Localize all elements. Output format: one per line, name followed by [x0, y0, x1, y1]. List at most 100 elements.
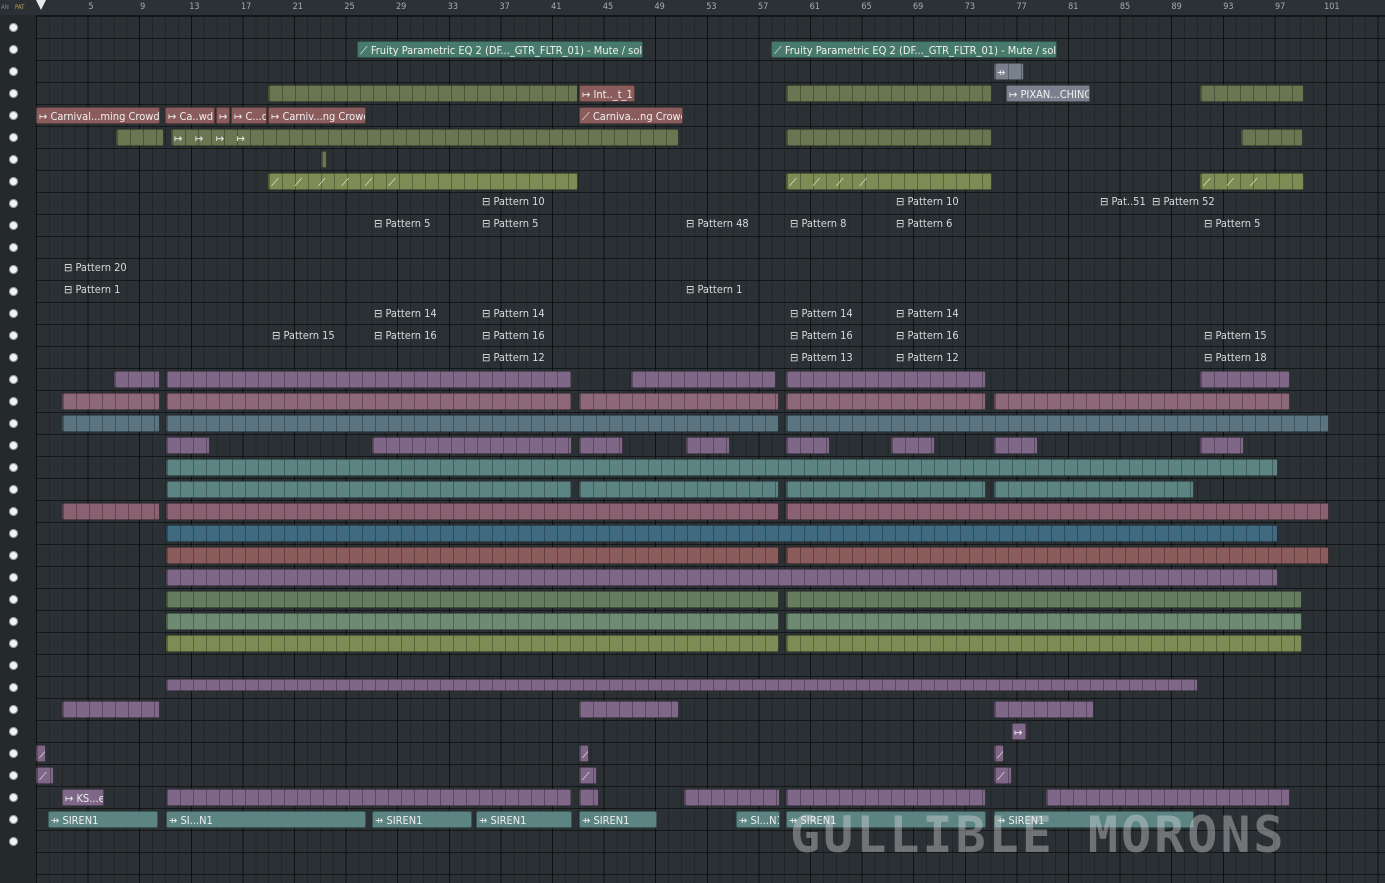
track-mute-toggle[interactable] [9, 221, 18, 230]
audio-clip[interactable] [166, 437, 210, 454]
track-mute-toggle[interactable] [9, 199, 18, 208]
pattern-clip[interactable]: ⊟ Pattern 5 [482, 216, 538, 232]
audio-clip[interactable] [786, 437, 830, 454]
track-mute-toggle[interactable] [9, 507, 18, 516]
audio-clip[interactable] [166, 547, 779, 564]
track-mute-toggle[interactable] [9, 727, 18, 736]
audio-clip[interactable]: ↦ [1011, 723, 1027, 740]
pattern-clip[interactable]: ⊟ Pattern 13 [790, 350, 853, 366]
pattern-clip[interactable]: ⊟ Pat..51 [1100, 194, 1146, 210]
track-mute-toggle[interactable] [9, 287, 18, 296]
track-mute-toggle[interactable] [9, 45, 18, 54]
audio-clip[interactable] [786, 789, 986, 806]
audio-clip-pixan[interactable]: ↦ PIXAN...CHING [1006, 85, 1090, 102]
automation-clip[interactable]: ⟋ [994, 767, 1012, 784]
track-mute-toggle[interactable] [9, 397, 18, 406]
audio-clip[interactable] [114, 371, 160, 388]
audio-clip-ks[interactable]: ↦ KS...e [62, 789, 104, 806]
track-mute-toggle[interactable] [9, 485, 18, 494]
audio-clip[interactable] [166, 635, 779, 652]
pattern-clip[interactable]: ⊟ Pattern 5 [1204, 216, 1260, 232]
automation-clip-eq-2[interactable]: ⟋ Fruity Parametric EQ 2 (DF..._GTR_FLTR… [771, 41, 1057, 58]
automation-clip[interactable]: ⟋ [36, 745, 46, 762]
audio-clip-perc[interactable] [994, 393, 1290, 410]
audio-clip[interactable] [62, 701, 160, 718]
audio-clip[interactable] [372, 437, 572, 454]
audio-clip-ksh[interactable] [786, 613, 1302, 630]
pattern-clip[interactable]: ⊟ Pattern 16 [896, 328, 959, 344]
audio-clip-siren[interactable]: ⇸ SIREN1 [476, 811, 572, 828]
track-mute-toggle[interactable] [9, 375, 18, 384]
audio-clip-carnival[interactable]: ↦ Ca..wd [165, 107, 215, 124]
track-mute-toggle[interactable] [9, 837, 18, 846]
pattern-clip[interactable]: ⊟ Pattern 12 [482, 350, 545, 366]
track-mute-toggle[interactable] [9, 683, 18, 692]
automation-clip[interactable]: ⟋ [579, 767, 597, 784]
playhead-marker[interactable] [36, 0, 46, 10]
audio-clip[interactable] [786, 371, 986, 388]
pattern-clip[interactable]: ⊟ Pattern 12 [896, 350, 959, 366]
timeline-ruler[interactable]: 5 9 13 17 21 25 29 33 37 41 45 49 53 57 61 65 69 73 77 81 85… [36, 0, 1385, 16]
pattern-clip[interactable]: ⊟ Pattern 10 [896, 194, 959, 210]
pattern-clip[interactable]: ⊟ Pattern 18 [1204, 350, 1267, 366]
audio-clip[interactable] [321, 151, 327, 168]
automation-clip-eq-1[interactable]: ⟋ Fruity Parametric EQ 2 (DF..._GTR_FLTR… [357, 41, 643, 58]
track-mute-toggle[interactable] [9, 67, 18, 76]
track-mute-toggle[interactable] [9, 309, 18, 318]
track-mute-toggle[interactable] [9, 243, 18, 252]
audio-clip[interactable] [994, 481, 1194, 498]
pattern-clip[interactable]: ⊟ Pattern 5 [374, 216, 430, 232]
audio-clip[interactable] [786, 635, 1302, 652]
audio-clip-ksh[interactable] [166, 613, 779, 630]
audio-clip[interactable] [166, 591, 779, 608]
audio-clip-carnival[interactable]: ⟋ Carniva...ng Crowd [579, 107, 683, 124]
automation-clip[interactable]: ⟋ ⟋ ⟋ ⟋ ⟋ ⟋ [268, 173, 578, 190]
audio-clip-siren[interactable]: ⇸ SI...N1 [736, 811, 780, 828]
audio-clip-perc[interactable] [786, 393, 986, 410]
audio-clip[interactable] [1200, 371, 1290, 388]
pattern-clip[interactable]: ⊟ Pattern 10 [482, 194, 545, 210]
track-mute-toggle[interactable] [9, 639, 18, 648]
track-mute-toggle[interactable] [9, 265, 18, 274]
track-mute-toggle[interactable] [9, 463, 18, 472]
track-mute-toggle[interactable] [9, 331, 18, 340]
pattern-clip[interactable]: ⊟ Pattern 20 [64, 260, 127, 276]
pattern-clip[interactable]: ⊟ Pattern 6 [896, 216, 952, 232]
track-mute-toggle[interactable] [9, 705, 18, 714]
track-mute-toggle[interactable] [9, 441, 18, 450]
audio-clip[interactable] [631, 371, 776, 388]
track-mute-toggle[interactable] [9, 573, 18, 582]
audio-clip[interactable] [116, 129, 164, 146]
audio-clip[interactable] [994, 437, 1038, 454]
audio-clip[interactable] [166, 525, 1278, 542]
audio-clip-int[interactable]: ↦ Int.._t_1 [579, 85, 635, 102]
audio-clip[interactable] [786, 547, 1329, 564]
audio-clip[interactable] [166, 481, 572, 498]
audio-clip[interactable] [166, 503, 779, 520]
pattern-clip[interactable]: ⊟ Pattern 14 [374, 306, 437, 322]
audio-clip[interactable] [786, 415, 1329, 432]
audio-clip[interactable]: ⇸ [994, 63, 1024, 80]
audio-clip[interactable] [166, 789, 572, 806]
audio-clip[interactable] [166, 415, 779, 432]
audio-clip[interactable] [166, 371, 572, 388]
audio-clip[interactable] [579, 481, 779, 498]
audio-clip-siren[interactable]: ⇸ SI...N1 [166, 811, 366, 828]
track-mute-toggle[interactable] [9, 661, 18, 670]
pattern-clip[interactable]: ⊟ Pattern 1 [686, 282, 742, 298]
pattern-clip[interactable]: ⊟ Pattern 14 [896, 306, 959, 322]
track-mute-toggle[interactable] [9, 529, 18, 538]
audio-clip[interactable]: ↦ ↦ ↦ ↦ [171, 129, 679, 146]
audio-clip[interactable] [786, 591, 1302, 608]
track-mute-toggle[interactable] [9, 749, 18, 758]
track-mute-toggle[interactable] [9, 353, 18, 362]
automation-clip[interactable] [684, 789, 780, 806]
audio-clip-siren[interactable]: ⇸ SIREN1 [579, 811, 657, 828]
pattern-clip[interactable]: ⊟ Pattern 16 [482, 328, 545, 344]
audio-clip-perc[interactable] [579, 393, 779, 410]
audio-clip[interactable] [1046, 789, 1290, 806]
audio-clip[interactable] [786, 85, 992, 102]
pattern-clip[interactable]: ⊟ Pattern 14 [790, 306, 853, 322]
audio-clip[interactable] [786, 503, 1329, 520]
audio-clip[interactable]: ↦ [216, 107, 230, 124]
